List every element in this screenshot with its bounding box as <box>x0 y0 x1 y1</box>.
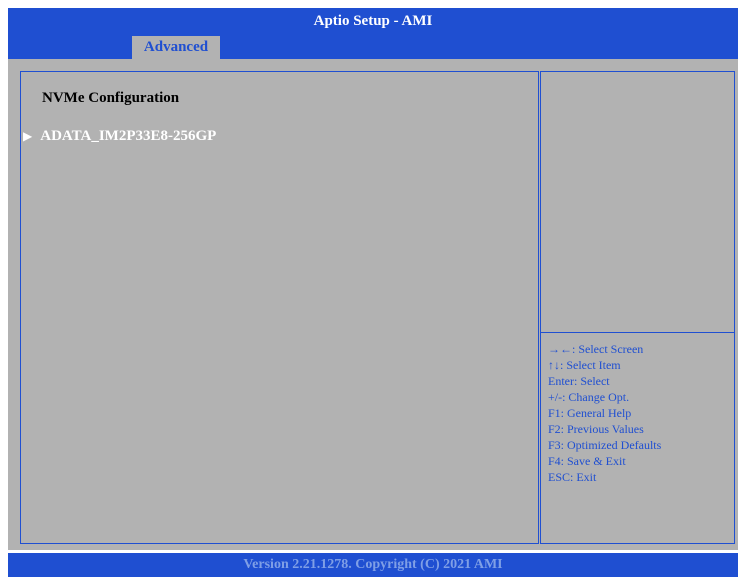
key-legend-list: →←: Select Screen ↑↓: Select Item Enter:… <box>548 341 661 485</box>
item-help-panel <box>540 71 735 333</box>
key-hint-optimized-defaults: F3: Optimized Defaults <box>548 438 662 452</box>
page-title: NVMe Configuration <box>42 90 180 106</box>
key-hint-save-exit: F4: Save & Exit <box>548 454 626 468</box>
key-legend-panel: →←: Select Screen ↑↓: Select Item Enter:… <box>540 332 735 544</box>
key-hint-change-opt: +/-: Change Opt. <box>548 390 630 404</box>
footer-version: Version 2.21.1278. Copyright (C) 2021 AM… <box>8 553 738 577</box>
setup-main-frame: NVMe Configuration ▶ ADATA_IM2P33E8-256G… <box>8 59 738 550</box>
triangle-right-icon: ▶ <box>23 129 33 143</box>
settings-panel: NVMe Configuration ▶ ADATA_IM2P33E8-256G… <box>20 71 539 544</box>
footer-text: Version 2.21.1278. Copyright (C) 2021 AM… <box>243 557 503 572</box>
key-hint-general-help: F1: General Help <box>548 406 632 420</box>
tab-advanced[interactable]: Advanced <box>132 36 220 59</box>
tab-bar: Advanced <box>8 35 738 59</box>
tab-advanced-label: Advanced <box>143 39 209 55</box>
window-title-bar: Aptio Setup - AMI <box>8 8 738 35</box>
key-hint-exit: ESC: Exit <box>548 470 597 484</box>
key-hint-select-item: ↑↓: Select Item <box>548 358 621 372</box>
key-hint-enter: Enter: Select <box>548 374 610 388</box>
nvme-device-item[interactable]: ▶ ADATA_IM2P33E8-256GP <box>23 128 216 145</box>
nvme-device-label: ADATA_IM2P33E8-256GP <box>40 128 217 144</box>
app-title: Aptio Setup - AMI <box>313 13 433 29</box>
key-hint-previous-values: F2: Previous Values <box>548 422 644 436</box>
key-hint-select-screen: →←: Select Screen <box>548 342 644 356</box>
